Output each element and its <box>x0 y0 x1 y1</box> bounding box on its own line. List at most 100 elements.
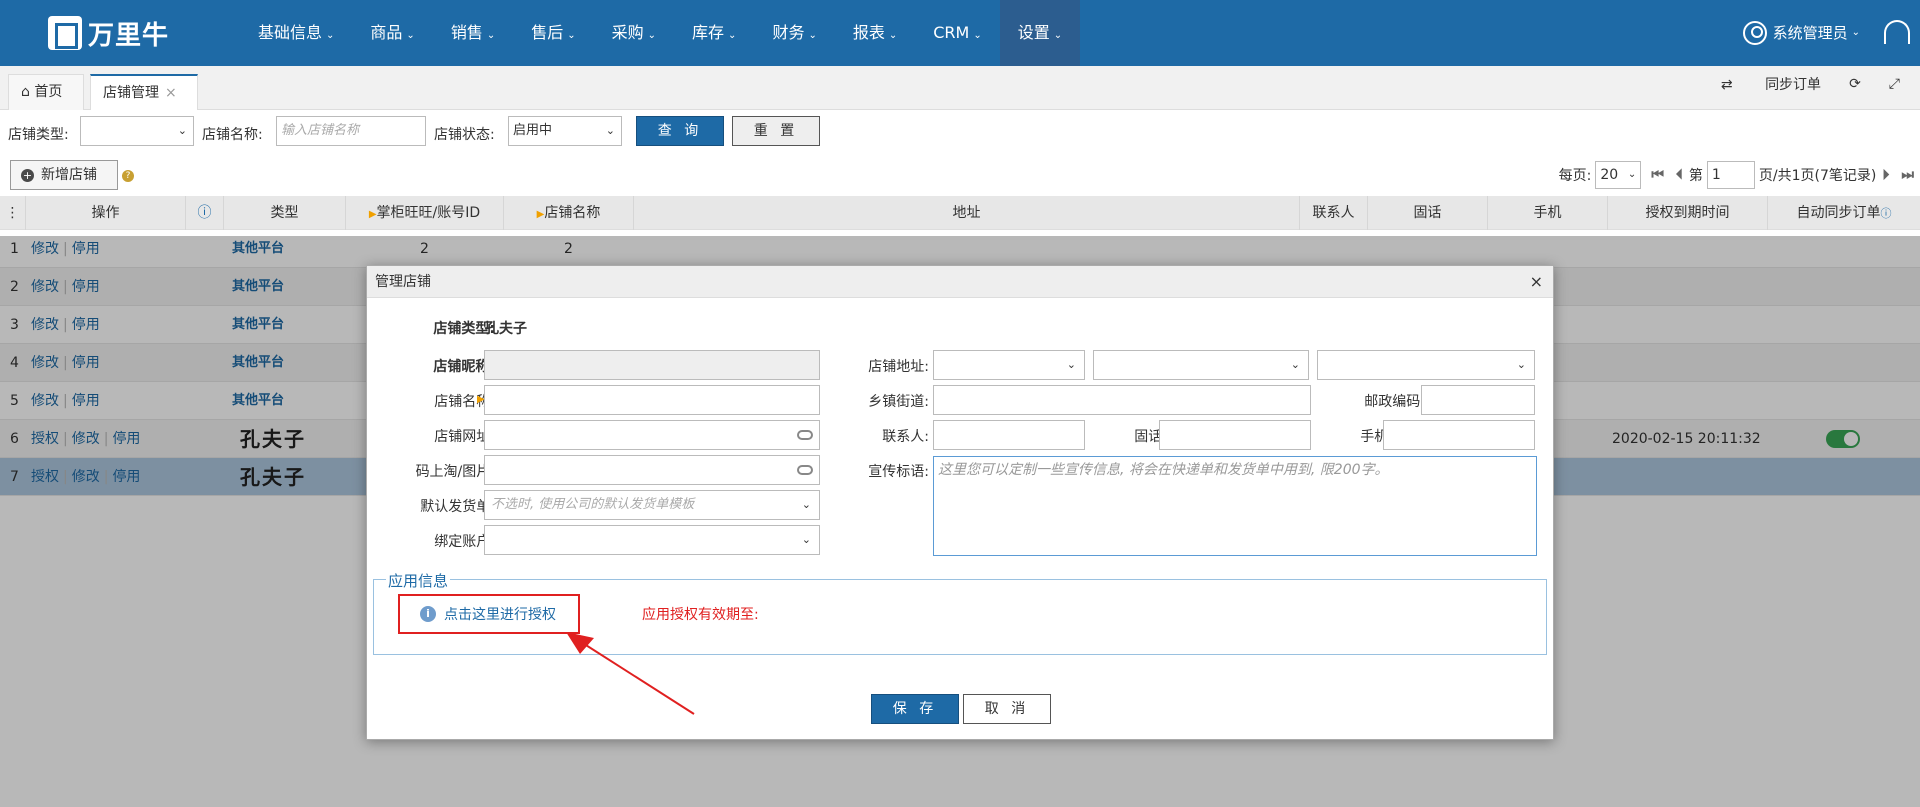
fullscreen-icon[interactable]: ⤢ <box>1889 76 1900 92</box>
annotation-arrow-icon <box>566 632 695 715</box>
bind-account-select[interactable]: ⌄ <box>484 525 820 555</box>
shop-nickname-input <box>484 350 820 380</box>
shop-url-input[interactable] <box>484 420 820 450</box>
page-prefix: 第 <box>1688 168 1703 184</box>
slogan-textarea[interactable]: 这里您可以定制一些宣传信息, 将会在快递单和发货单中用到, 限200字。 <box>933 456 1537 556</box>
app-info-section: 应用信息 i 点击这里进行授权 应用授权有效期至: <box>373 570 1547 655</box>
qr-image-input[interactable] <box>484 455 820 485</box>
app-logo[interactable]: 万里牛 <box>48 16 169 51</box>
col-address[interactable]: 地址 <box>634 196 1300 230</box>
nav-item-settings[interactable]: 设置 ⌄ <box>999 0 1081 66</box>
reset-button[interactable]: 重 置 <box>732 116 820 146</box>
contact-input[interactable] <box>933 420 1085 450</box>
refresh-icon[interactable]: ⟳ <box>1849 76 1861 92</box>
street-input[interactable] <box>933 385 1311 415</box>
info-icon: i <box>420 606 436 622</box>
default-invoice-label: 默认发货单: <box>420 499 495 515</box>
shop-url-label: 店铺网址: <box>434 429 495 445</box>
nav-item-sales[interactable]: 销售 ⌄ <box>433 0 513 66</box>
province-select[interactable]: ⌄ <box>933 350 1085 380</box>
shop-type-label: 店铺类型: <box>8 127 69 143</box>
chevron-down-icon: ⌄ <box>177 124 187 137</box>
nav-item-purchase[interactable]: 采购 ⌄ <box>594 0 674 66</box>
default-invoice-select[interactable]: 不选时, 使用公司的默认发货单模板 ⌄ <box>484 490 820 520</box>
chevron-down-icon: ⌄ <box>567 30 576 41</box>
nav-item-aftersale[interactable]: 售后 ⌄ <box>513 0 593 66</box>
shop-address-label: 店铺地址: <box>868 359 929 375</box>
nav-item-basic[interactable]: 基础信息 ⌄ <box>240 0 352 66</box>
zip-input[interactable] <box>1421 385 1535 415</box>
contact-label: 联系人: <box>882 429 929 445</box>
per-page-label: 每页: <box>1558 168 1592 184</box>
close-icon[interactable]: × <box>1530 266 1543 298</box>
nav-item-finance[interactable]: 财务 ⌄ <box>754 0 834 66</box>
tab-home[interactable]: ⌂ 首页 <box>8 74 84 110</box>
mobile-input[interactable] <box>1383 420 1535 450</box>
swap-icon: ⇄ <box>1720 77 1738 93</box>
col-auto-sync[interactable]: 自动同步订单ⓘ <box>1768 196 1920 230</box>
pager: 每页: 20 ⌄ ⏮ ⏴ 第 1 页/共1页(7笔记录) ⏵ ⏭ <box>1559 160 1920 190</box>
authorize-link[interactable]: i 点击这里进行授权 <box>420 604 556 624</box>
chevron-down-icon: ⌄ <box>326 30 335 41</box>
manage-shop-dialog: 管理店铺 × 店铺类型: 孔夫子 店铺昵称: 店铺名称: ▶ 店铺网址: 码上淘… <box>366 265 1554 740</box>
page-number-input[interactable]: 1 <box>1706 161 1755 189</box>
col-shop-name[interactable]: ▶店铺名称 <box>504 196 634 230</box>
column-menu-icon[interactable]: ⋮ <box>0 196 26 230</box>
logo-icon <box>48 16 82 50</box>
eye-icon[interactable] <box>797 430 813 440</box>
phone-input[interactable] <box>1159 420 1311 450</box>
col-auth-expiry[interactable]: 授权到期时间 <box>1608 196 1768 230</box>
chevron-down-icon: ⌄ <box>647 30 657 41</box>
chevron-down-icon: ⌄ <box>801 498 811 511</box>
info-icon[interactable]: ⓘ <box>186 196 224 230</box>
shop-name-label: 店铺名称: <box>202 127 263 143</box>
shop-name-input[interactable]: 输入店铺名称 <box>276 116 426 146</box>
prev-page-icon[interactable]: ⏴ <box>1676 167 1683 183</box>
bind-account-label: 绑定账户: <box>434 534 495 550</box>
tabs-bar: ⌂ 首页 店铺管理 × <box>0 66 1920 110</box>
next-page-icon[interactable]: ⏵ <box>1882 167 1889 183</box>
per-page-select[interactable]: 20 ⌄ <box>1595 161 1642 189</box>
add-shop-button[interactable]: + 新增店铺 <box>10 160 118 190</box>
chevron-down-icon: ⌄ <box>1627 169 1637 180</box>
page-tools: ⇄ 同步订单 ⟳ ⤢ <box>1665 74 1900 94</box>
tab-shop-management[interactable]: 店铺管理 × <box>90 74 198 110</box>
help-icon[interactable]: ? <box>122 170 134 182</box>
shop-type-value: 孔夫子 <box>485 321 527 337</box>
shop-status-label: 店铺状态: <box>434 127 495 143</box>
chevron-down-icon: ⌄ <box>801 533 811 546</box>
col-phone[interactable]: 固话 <box>1368 196 1488 230</box>
chevron-down-icon: ⌄ <box>1066 358 1076 371</box>
shop-name-input[interactable] <box>484 385 820 415</box>
sync-orders-button[interactable]: ⇄ 同步订单 <box>1693 74 1821 94</box>
shop-nickname-label: 店铺昵称: <box>433 359 495 375</box>
district-select[interactable]: ⌄ <box>1317 350 1535 380</box>
close-tab-icon[interactable]: × <box>165 85 177 101</box>
col-type[interactable]: 类型 <box>224 196 346 230</box>
nav-item-inventory[interactable]: 库存 ⌄ <box>674 0 754 66</box>
nav-item-goods[interactable]: 商品 ⌄ <box>352 0 432 66</box>
user-menu[interactable]: 系统管理员 ⌄ <box>1742 0 1860 66</box>
plus-icon: + <box>21 169 34 182</box>
eye-icon[interactable] <box>797 465 813 475</box>
last-page-icon[interactable]: ⏭ <box>1901 167 1914 183</box>
chevron-down-icon: ⌄ <box>1290 358 1300 371</box>
shop-status-select[interactable]: 启用中 ⌄ <box>508 116 622 146</box>
chevron-down-icon: ⌄ <box>1053 30 1063 41</box>
cancel-button[interactable]: 取 消 <box>963 694 1051 724</box>
shop-type-select[interactable]: ⌄ <box>80 116 194 146</box>
city-select[interactable]: ⌄ <box>1093 350 1309 380</box>
col-contact[interactable]: 联系人 <box>1300 196 1368 230</box>
chevron-down-icon: ⌄ <box>808 30 817 41</box>
chevron-down-icon: ⌄ <box>1516 358 1526 371</box>
save-button[interactable]: 保 存 <box>871 694 959 724</box>
col-mobile[interactable]: 手机 <box>1488 196 1608 230</box>
headset-icon[interactable] <box>1884 20 1910 44</box>
col-account[interactable]: ▶掌柜旺旺/账号ID <box>346 196 504 230</box>
mobile-label: 手机: <box>1360 429 1393 445</box>
first-page-icon[interactable]: ⏮ <box>1651 167 1664 183</box>
filter-bar: 店铺类型: ⌄ 店铺名称: 输入店铺名称 店铺状态: 启用中 ⌄ 查 询 重 置 <box>0 116 1920 150</box>
query-button[interactable]: 查 询 <box>636 116 724 146</box>
nav-item-crm[interactable]: CRM ⌄ <box>915 0 999 66</box>
nav-item-reports[interactable]: 报表 ⌄ <box>835 0 915 66</box>
